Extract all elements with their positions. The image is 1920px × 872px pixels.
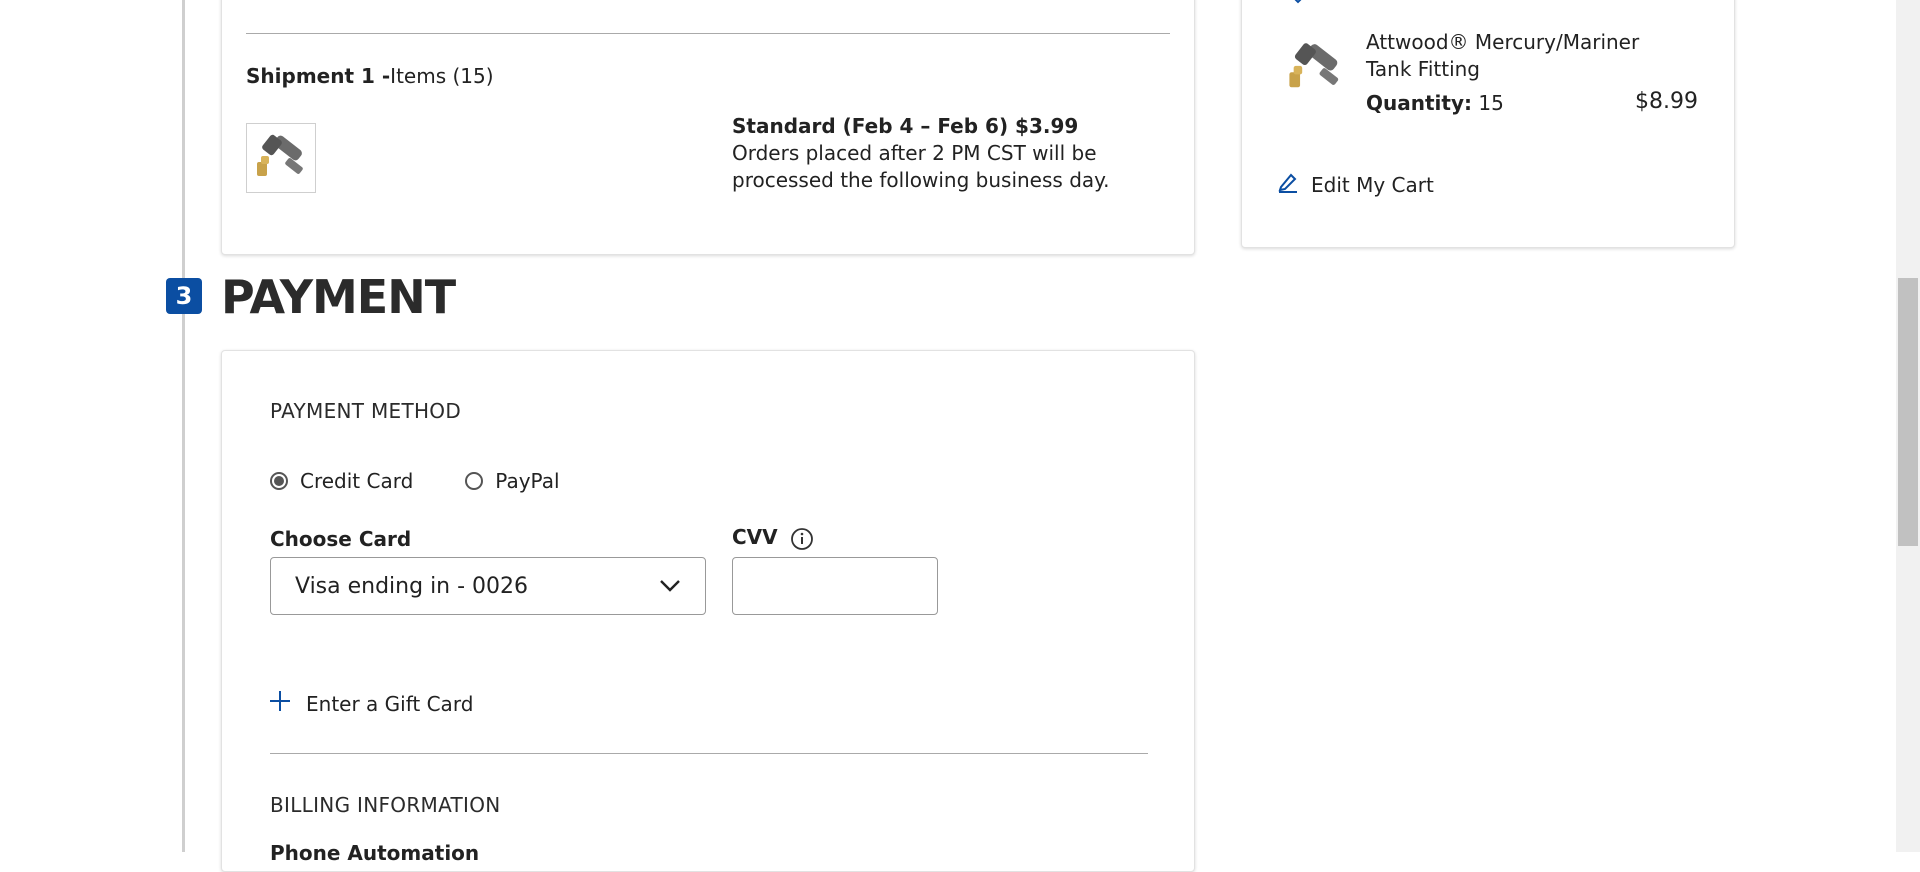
scrollbar[interactable] <box>1896 0 1920 852</box>
pencil-icon <box>1277 171 1299 198</box>
paypal-radio[interactable]: PayPal <box>465 469 560 493</box>
product-thumbnail[interactable] <box>246 123 316 193</box>
divider <box>270 753 1148 754</box>
credit-card-radio[interactable]: Credit Card <box>270 469 413 493</box>
edit-cart-label: Edit My Cart <box>1311 172 1434 197</box>
radio-checked-icon <box>270 472 288 490</box>
payment-method-options: Credit Card PayPal <box>270 469 612 493</box>
choose-card-select[interactable]: Visa ending in - 0026 <box>270 557 706 615</box>
summary-price: $8.99 <box>1635 89 1698 114</box>
summary-product-image <box>1277 33 1353 103</box>
shipment-title: Shipment 1 -Items (15) <box>246 64 494 88</box>
step-timeline <box>182 0 185 852</box>
paypal-label: PayPal <box>495 469 560 493</box>
summary-quantity: Quantity: 15 <box>1366 91 1504 115</box>
order-summary-card: Attwood® Mercury/Mariner Tank Fitting Qu… <box>1241 0 1735 248</box>
radio-unchecked-icon <box>465 472 484 490</box>
shipping-method: Standard (Feb 4 – Feb 6) $3.99 <box>732 114 1079 138</box>
tank-fitting-image <box>1289 43 1339 88</box>
credit-card-label: Credit Card <box>300 469 414 493</box>
edit-cart-link[interactable]: Edit My Cart <box>1277 171 1434 198</box>
payment-card: PAYMENT METHOD Credit Card PayPal Choose… <box>221 350 1195 872</box>
shipping-note: Orders placed after 2 PM CST will be pro… <box>732 141 1110 192</box>
chevron-down-icon <box>659 574 681 599</box>
choose-card-label: Choose Card <box>270 527 412 551</box>
shipment-items-count: Items (15) <box>390 64 494 88</box>
summary-product-name: Attwood® Mercury/Mariner Tank Fitting <box>1366 30 1640 81</box>
payment-heading: PAYMENT <box>221 270 456 324</box>
shipping-card: Shipment 1 -Items (15) Standard (Feb 4 –… <box>221 0 1195 255</box>
tank-fitting-image <box>257 134 303 176</box>
quantity-value: 15 <box>1478 91 1504 115</box>
cvv-label: CVV <box>732 525 778 549</box>
divider <box>246 33 1170 34</box>
payment-method-label: PAYMENT METHOD <box>270 399 462 423</box>
billing-info-label: BILLING INFORMATION <box>270 793 501 817</box>
cvv-label-row: CVV <box>732 525 814 551</box>
plus-icon <box>270 691 290 716</box>
selected-card: Visa ending in - 0026 <box>295 573 529 599</box>
cvv-input[interactable] <box>732 557 938 615</box>
billing-field-label: Phone Automation <box>270 841 480 865</box>
shield-icon <box>1290 0 1306 12</box>
shipping-method-info: Standard (Feb 4 – Feb 6) $3.99 Orders pl… <box>732 113 1152 194</box>
scrollbar-thumb[interactable] <box>1898 278 1918 546</box>
shipment-title-bold: Shipment 1 - <box>246 64 391 88</box>
gift-card-link[interactable]: Enter a Gift Card <box>270 691 473 716</box>
quantity-label: Quantity: <box>1366 91 1472 115</box>
step-number-badge: 3 <box>166 278 202 314</box>
gift-card-label: Enter a Gift Card <box>306 691 474 716</box>
info-icon[interactable] <box>790 527 814 551</box>
